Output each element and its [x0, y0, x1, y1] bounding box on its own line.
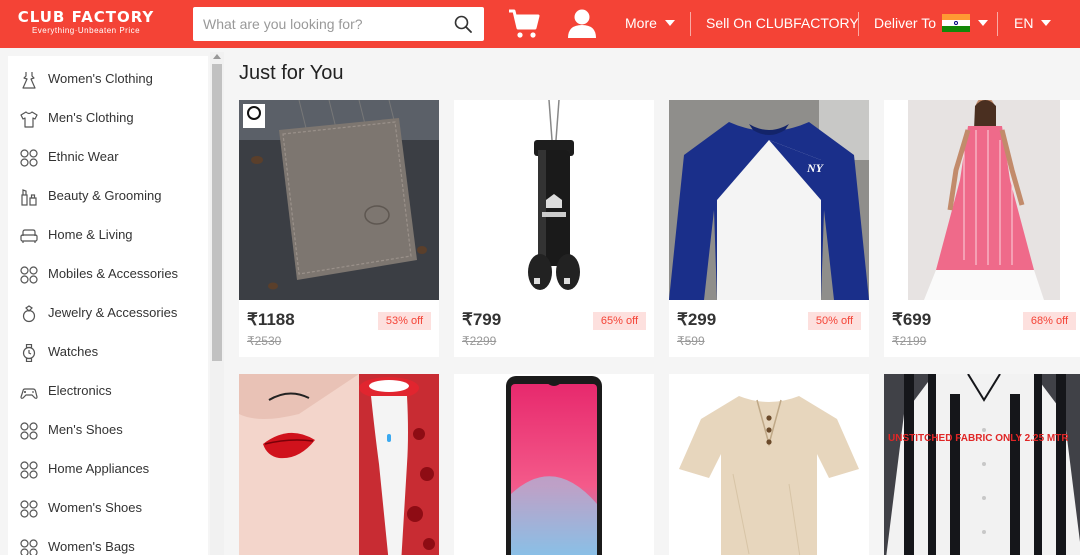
deliver-to-selector[interactable]: Deliver To: [874, 0, 988, 48]
sidebar-item-womens-bags[interactable]: Women's Bags: [8, 528, 208, 555]
chevron-down-icon: [1041, 20, 1052, 26]
more-menu[interactable]: More: [625, 0, 675, 48]
product-card-kurta[interactable]: ₹699 68% off ₹2199: [884, 100, 1080, 357]
search-input[interactable]: [203, 7, 443, 41]
sidebar-item-label: Jewelry & Accessories: [48, 305, 178, 320]
sidebar-item-label: Women's Clothing: [48, 71, 153, 86]
discount-badge: 53% off: [377, 312, 431, 330]
more-label: More: [625, 15, 657, 31]
original-price: ₹2299: [462, 334, 497, 348]
grid-circles-icon: [20, 266, 38, 284]
product-price: ₹299: [677, 310, 717, 329]
ring-icon: [22, 305, 36, 323]
sidebar-item-label: Women's Bags: [48, 539, 135, 554]
product-card-punching-bag[interactable]: ₹799 65% off ₹2299: [454, 100, 654, 357]
watch-icon: [22, 344, 36, 362]
chevron-down-icon: [664, 20, 675, 26]
sidebar-item-home-appliances[interactable]: Home Appliances: [8, 450, 208, 488]
search-box: [193, 7, 484, 41]
product-card-wallet[interactable]: ₹1188 53% off ₹2530: [239, 100, 439, 357]
shirt-icon: [20, 111, 38, 128]
product-image-linen-shirt: [669, 374, 869, 555]
sidebar-item-watches[interactable]: Watches: [8, 333, 208, 371]
sell-on-link[interactable]: Sell On CLUBFACTORY: [706, 0, 859, 48]
product-card-linen-shirt[interactable]: [669, 374, 869, 555]
sidebar-item-mens-clothing[interactable]: Men's Clothing: [8, 99, 208, 137]
sidebar-item-label: Beauty & Grooming: [48, 188, 162, 203]
product-image-kurta: [884, 100, 1080, 300]
nav-divider: [997, 12, 998, 36]
sidebar-item-womens-clothing[interactable]: Women's Clothing: [8, 60, 208, 98]
product-image-punching-bag: [454, 100, 654, 300]
gamepad-icon: [20, 388, 38, 399]
language-selector[interactable]: EN: [1014, 0, 1052, 48]
sell-label: Sell On CLUBFACTORY: [706, 15, 859, 31]
discount-badge: 65% off: [592, 312, 646, 330]
original-price: ₹2530: [247, 334, 282, 348]
product-price: ₹799: [462, 310, 502, 329]
sidebar-item-label: Mobiles & Accessories: [48, 266, 179, 281]
nav-divider: [858, 12, 859, 36]
sidebar-item-label: Home Appliances: [48, 461, 150, 476]
sidebar-item-electronics[interactable]: Electronics: [8, 372, 208, 410]
fabric-overlay-text: UNSTITCHED FABRIC ONLY 2.25 MTR: [888, 433, 1069, 444]
sidebar-item-label: Home & Living: [48, 227, 133, 242]
product-image-sweatshirt: NY: [669, 100, 869, 300]
logo-title: CLUB FACTORY: [17, 8, 155, 26]
scrollbar-thumb[interactable]: [212, 64, 222, 361]
sidebar-item-home-living[interactable]: Home & Living: [8, 216, 208, 254]
section-title: Just for You: [239, 62, 344, 84]
original-price: ₹599: [677, 334, 705, 348]
scroll-up-arrow-icon[interactable]: [213, 54, 221, 59]
logo-tagline: Everything·Unbeaten Price: [31, 26, 141, 35]
product-card-sweatshirt[interactable]: NY ₹299 50% off ₹599: [669, 100, 869, 357]
product-image-smartphone: [454, 374, 654, 555]
chevron-down-icon: [978, 20, 988, 26]
sidebar-item-label: Watches: [48, 344, 99, 359]
sidebar-item-beauty-grooming[interactable]: Beauty & Grooming: [8, 177, 208, 215]
original-price: ₹2199: [892, 334, 927, 348]
sidebar-item-jewelry-accessories[interactable]: Jewelry & Accessories: [8, 294, 208, 332]
sidebar-item-ethnic-wear[interactable]: Ethnic Wear: [8, 138, 208, 176]
user-icon[interactable]: [566, 7, 598, 39]
grid-circles-icon: [20, 500, 38, 518]
discount-badge: 68% off: [1022, 312, 1076, 330]
grid-circles-icon: [20, 422, 38, 440]
category-sidebar: Women's Clothing Men's Clothing Ethnic W…: [8, 56, 208, 555]
product-card-lip-plumper[interactable]: [239, 374, 439, 555]
product-price: ₹1188: [247, 310, 295, 329]
sidebar-item-mobiles-accessories[interactable]: Mobiles & Accessories: [8, 255, 208, 293]
product-card-striped-shirt[interactable]: UNSTITCHED FABRIC ONLY 2.25 MTR: [884, 374, 1080, 555]
cart-icon[interactable]: [507, 8, 541, 40]
sidebar-item-label: Men's Shoes: [48, 422, 123, 437]
product-image-striped-shirt: UNSTITCHED FABRIC ONLY 2.25 MTR: [884, 374, 1080, 555]
search-icon[interactable]: [454, 15, 472, 33]
grid-circles-icon: [20, 539, 38, 555]
sidebar-item-label: Electronics: [48, 383, 112, 398]
grid-circles-icon: [20, 461, 38, 479]
top-header: CLUB FACTORY Everything·Unbeaten Price M…: [0, 0, 1080, 48]
dress-icon: [22, 72, 36, 89]
sidebar-item-womens-shoes[interactable]: Women's Shoes: [8, 489, 208, 527]
product-card-smartphone[interactable]: [454, 374, 654, 555]
india-flag-icon: [942, 14, 970, 32]
product-image-lip-plumper: [239, 374, 439, 555]
sidebar-item-label: Ethnic Wear: [48, 149, 119, 164]
club-factory-logo[interactable]: CLUB FACTORY Everything·Unbeaten Price: [13, 8, 159, 36]
nav-divider: [690, 12, 691, 36]
cosmetics-icon: [21, 189, 37, 206]
sidebar-item-mens-shoes[interactable]: Men's Shoes: [8, 411, 208, 449]
grid-circles-icon: [20, 149, 38, 167]
svg-text:NY: NY: [806, 161, 825, 175]
discount-badge: 50% off: [807, 312, 861, 330]
language-label: EN: [1014, 15, 1034, 31]
product-image-wallet: [239, 100, 439, 300]
sofa-icon: [20, 229, 38, 243]
sidebar-item-label: Women's Shoes: [48, 500, 143, 515]
sidebar-item-label: Men's Clothing: [48, 110, 134, 125]
product-price: ₹699: [892, 310, 932, 329]
deliver-label: Deliver To: [874, 15, 936, 31]
